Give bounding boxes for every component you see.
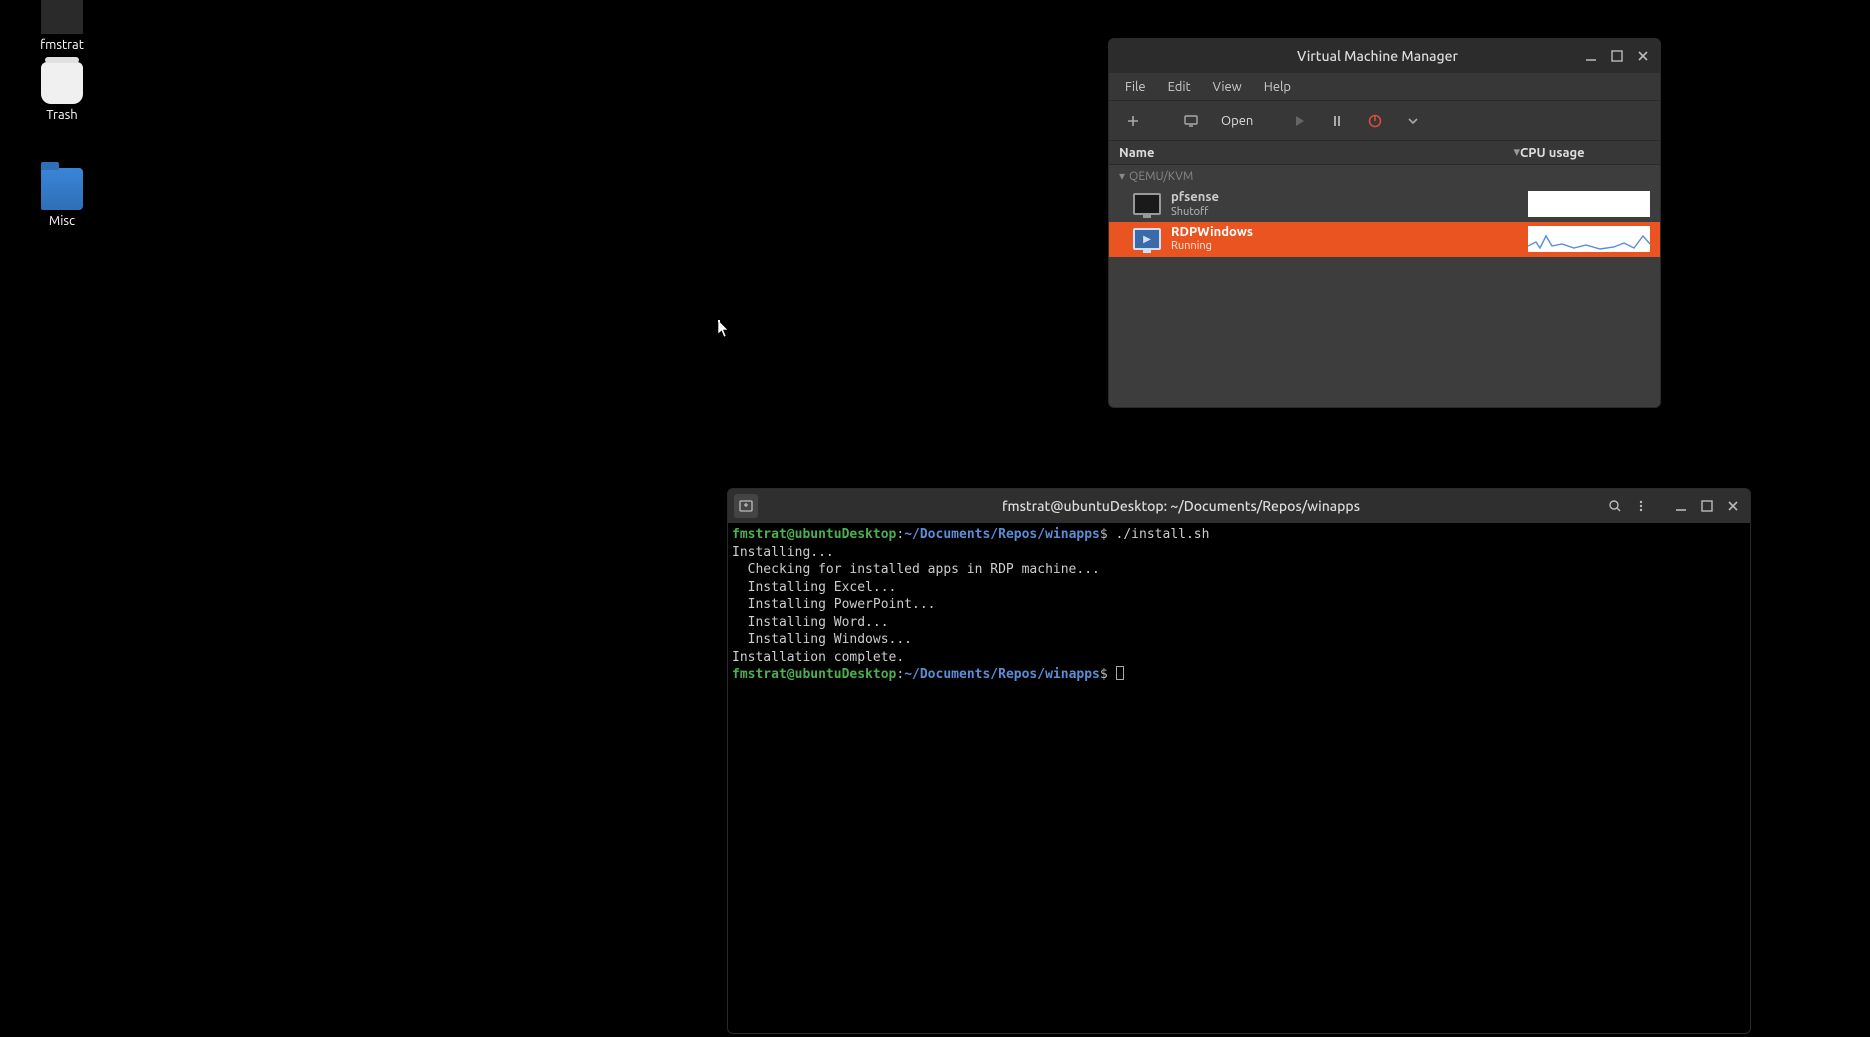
maximize-button[interactable] (1696, 495, 1718, 517)
vmm-titlebar[interactable]: Virtual Machine Manager (1109, 39, 1660, 73)
menu-help[interactable]: Help (1254, 76, 1301, 98)
desktop-icon-label: Misc (22, 214, 102, 228)
col-name[interactable]: Name (1119, 146, 1154, 160)
vm-state: Shutoff (1171, 206, 1518, 219)
new-vm-button[interactable] (1117, 107, 1149, 135)
terminal-window[interactable]: fmstrat@ubuntuDesktop: ~/Documents/Repos… (727, 488, 1751, 1034)
vm-cpu-graph (1528, 191, 1650, 217)
vm-name: RDPWindows (1171, 225, 1518, 241)
close-button[interactable] (1722, 495, 1744, 517)
vm-name: pfsense (1171, 190, 1518, 206)
sort-indicator-icon: ▾ (1513, 145, 1520, 160)
monitor-icon (1175, 107, 1207, 135)
folder-icon (41, 168, 83, 210)
home-folder-icon (41, 0, 83, 34)
terminal-body[interactable]: fmstrat@ubuntuDesktop:~/Documents/Repos/… (728, 523, 1750, 1033)
vm-row-rdpwindows[interactable]: RDPWindows Running (1109, 222, 1660, 257)
disclosure-icon: ▾ (1119, 169, 1125, 183)
open-button[interactable]: Open (1213, 107, 1261, 135)
trash-icon (41, 62, 83, 104)
close-button[interactable] (1632, 45, 1654, 67)
vm-group-label: QEMU/KVM (1129, 170, 1193, 183)
vm-group-row[interactable]: ▾ QEMU/KVM (1109, 165, 1660, 187)
vmm-list[interactable]: ▾ QEMU/KVM pfsense Shutoff RDPWindows Run… (1109, 165, 1660, 407)
search-button[interactable] (1604, 495, 1626, 517)
terminal-title: fmstrat@ubuntuDesktop: ~/Documents/Repos… (758, 498, 1604, 514)
shutdown-button[interactable] (1359, 107, 1391, 135)
vmm-title: Virtual Machine Manager (1175, 48, 1580, 64)
vm-row-pfsense[interactable]: pfsense Shutoff (1109, 187, 1660, 222)
menu-view[interactable]: View (1203, 76, 1252, 98)
shutdown-dropdown[interactable] (1397, 107, 1429, 135)
vm-cpu-graph (1528, 226, 1650, 252)
desktop-icon-misc[interactable]: Misc (22, 168, 102, 228)
vm-state: Running (1171, 240, 1518, 253)
run-button[interactable] (1283, 107, 1315, 135)
desktop-icon-label: fmstrat (22, 38, 102, 52)
minimize-button[interactable] (1670, 495, 1692, 517)
hamburger-menu-button[interactable] (1630, 495, 1652, 517)
desktop-icon-label: Trash (22, 108, 102, 122)
minimize-button[interactable] (1580, 45, 1602, 67)
vmm-toolbar: Open (1109, 101, 1660, 141)
vm-monitor-icon (1133, 193, 1161, 215)
vmm-column-headers: Name ▾ CPU usage (1109, 141, 1660, 165)
vm-monitor-icon (1133, 228, 1161, 250)
terminal-titlebar[interactable]: fmstrat@ubuntuDesktop: ~/Documents/Repos… (728, 489, 1750, 523)
menu-edit[interactable]: Edit (1158, 76, 1201, 98)
vmm-menubar: File Edit View Help (1109, 73, 1660, 101)
menu-file[interactable]: File (1115, 76, 1156, 98)
new-tab-button[interactable] (734, 494, 758, 518)
vmm-window[interactable]: Virtual Machine Manager File Edit View H… (1108, 38, 1661, 408)
col-cpu[interactable]: CPU usage (1520, 146, 1650, 160)
mouse-cursor (718, 320, 730, 338)
desktop-icon-trash[interactable]: Trash (22, 62, 102, 122)
pause-button[interactable] (1321, 107, 1353, 135)
desktop-icon-home[interactable]: fmstrat (22, 0, 102, 52)
maximize-button[interactable] (1606, 45, 1628, 67)
